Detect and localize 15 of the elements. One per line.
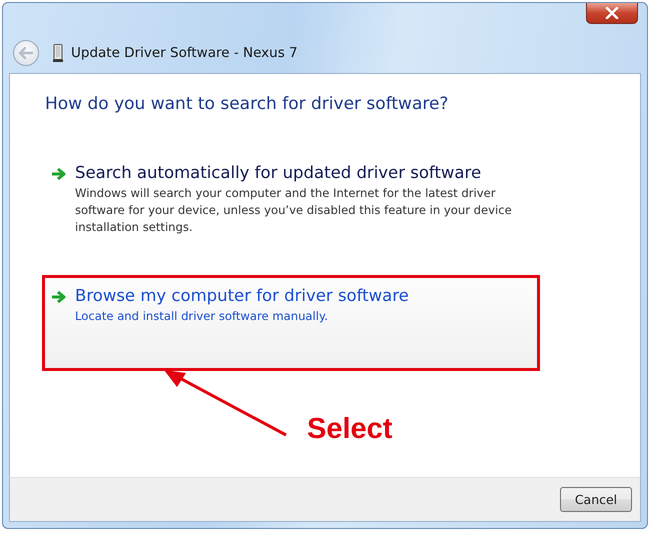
highlighted-option[interactable]: Browse my computer for driver software Locate and install driver software manually. [42, 275, 540, 371]
callout-label: Select [307, 413, 392, 446]
arrow-icon [51, 290, 67, 304]
option-description: Locate and install driver software manually. [75, 308, 329, 325]
option-title: Search automatically for updated driver software [75, 163, 482, 182]
phone-icon [53, 44, 63, 62]
back-arrow-icon [18, 46, 34, 60]
close-button[interactable] [586, 3, 638, 24]
arrow-icon [51, 167, 67, 181]
window-title: Update Driver Software - Nexus 7 [71, 45, 298, 61]
close-icon [605, 7, 619, 19]
page-heading: How do you want to search for driver software? [45, 94, 450, 114]
option-description: Windows will search your computer and the Internet for the latest driver software for your device, unless you’ve disabled this feature in your device installation settings. [75, 185, 513, 236]
option-title: Browse my computer for driver software [75, 286, 409, 305]
cancel-button[interactable]: Cancel [560, 487, 632, 512]
